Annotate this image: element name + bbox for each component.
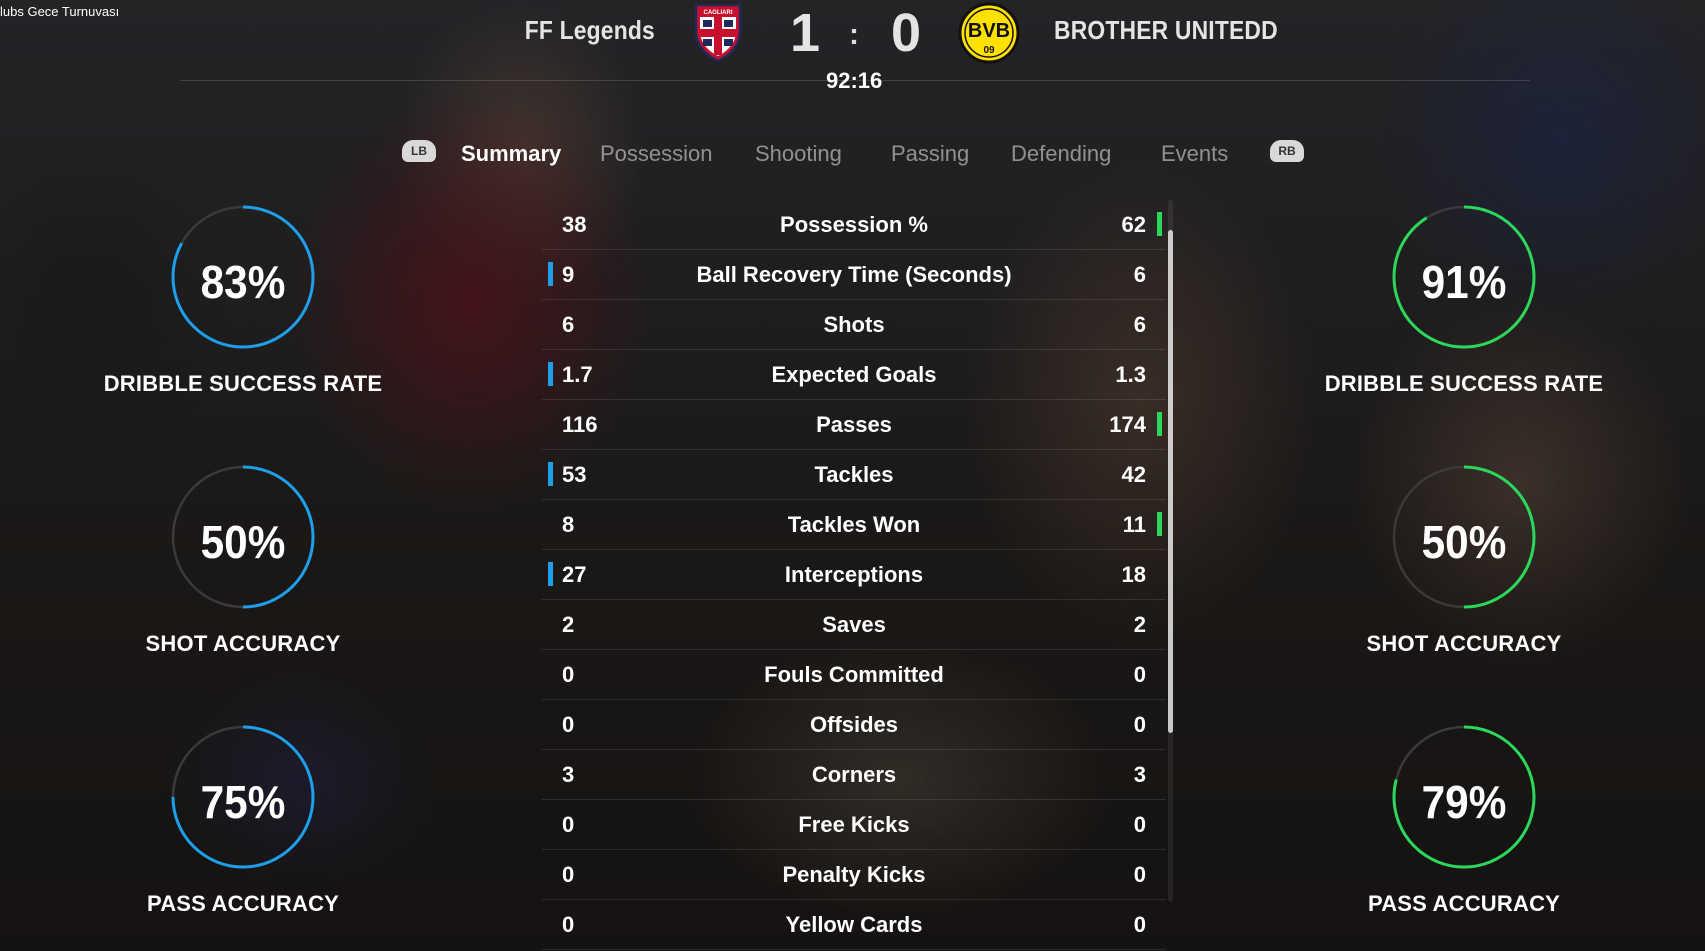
stats-tab-bar: LB Summary Possession Shooting Passing D…	[0, 138, 1705, 172]
gauge-label: PASS ACCURACY	[146, 891, 340, 916]
tab-summary[interactable]: Summary	[461, 141, 561, 167]
lb-button-icon[interactable]: LB	[402, 140, 436, 162]
away-score: 0	[891, 3, 922, 63]
stat-name: Penalty Kicks	[782, 862, 926, 887]
away-stat-value: 1.3	[1115, 362, 1146, 387]
away-stat-value: 0	[1133, 812, 1146, 837]
away-stat-value: 6	[1133, 312, 1146, 337]
tab-passing[interactable]: Passing	[891, 141, 969, 167]
stat-row: 0 Penalty Kicks 0	[542, 850, 1166, 900]
rb-button-icon[interactable]: RB	[1270, 140, 1304, 162]
gauge-percent: 75%	[200, 776, 286, 828]
stat-row: 8 Tackles Won 11	[542, 500, 1166, 550]
away-stat-value: 18	[1121, 562, 1146, 587]
stat-name: Tackles	[814, 462, 894, 487]
gauge-label: SHOT ACCURACY	[145, 631, 341, 656]
stat-name: Possession %	[780, 212, 928, 237]
score-separator: :	[849, 18, 859, 51]
gauge-label: SHOT ACCURACY	[1366, 631, 1562, 656]
away-gauge: 50% SHOT ACCURACY	[1314, 465, 1614, 665]
away-crest-sub: 09	[983, 45, 995, 56]
gauge-percent: 91%	[1421, 256, 1507, 308]
home-gauge: 75% PASS ACCURACY	[93, 725, 393, 925]
away-crest-icon: BVB 09	[958, 2, 1020, 64]
away-stat-value: 6	[1133, 262, 1146, 287]
stat-row: 0 Fouls Committed 0	[542, 650, 1166, 700]
away-stat-value: 3	[1133, 762, 1146, 787]
stat-name: Ball Recovery Time (Seconds)	[696, 262, 1012, 287]
stat-name: Offsides	[809, 712, 899, 737]
gauge-percent: 50%	[200, 516, 286, 568]
away-stat-value: 174	[1109, 412, 1146, 437]
away-team-name: BROTHER UNITEDD	[1054, 15, 1278, 45]
stat-row: 0 Offsides 0	[542, 700, 1166, 750]
stat-row: 0 Free Kicks 0	[542, 800, 1166, 850]
gauge-label: PASS ACCURACY	[1367, 891, 1561, 916]
home-gauge: 50% SHOT ACCURACY	[93, 465, 393, 665]
stat-name: Yellow Cards	[785, 912, 923, 937]
away-stat-value: 0	[1133, 912, 1146, 937]
away-gauge: 79% PASS ACCURACY	[1314, 725, 1614, 925]
away-stat-value: 2	[1133, 612, 1146, 637]
away-stat-value: 0	[1133, 862, 1146, 887]
away-stat-value: 0	[1133, 712, 1146, 737]
stat-row: 3 Corners 3	[542, 750, 1166, 800]
stat-name: Passes	[816, 412, 892, 437]
stat-row: 6 Shots 6	[542, 300, 1166, 350]
stat-name: Saves	[822, 612, 886, 637]
gauge-percent: 50%	[1421, 516, 1507, 568]
home-crest-icon: CAGLIARI	[694, 3, 742, 63]
home-gauge: 83% DRIBBLE SUCCESS RATE	[93, 205, 393, 405]
tab-defending[interactable]: Defending	[1011, 141, 1111, 167]
away-gauge: 91% DRIBBLE SUCCESS RATE	[1314, 205, 1614, 405]
stat-row: 27 Interceptions 18	[542, 550, 1166, 600]
stat-name: Expected Goals	[771, 362, 937, 387]
home-team-name: FF Legends	[524, 15, 655, 45]
gauge-percent: 79%	[1421, 776, 1507, 828]
away-stat-value: 0	[1133, 662, 1146, 687]
stat-row: 38 Possession % 62	[542, 200, 1166, 250]
gauge-label: DRIBBLE SUCCESS RATE	[103, 371, 383, 396]
stat-name: Interceptions	[784, 562, 924, 587]
away-stat-value: 11	[1122, 512, 1146, 537]
header-divider	[180, 80, 1530, 81]
gauge-label: DRIBBLE SUCCESS RATE	[1324, 371, 1604, 396]
stat-name: Corners	[811, 762, 897, 787]
stat-row: 9 Ball Recovery Time (Seconds) 6	[542, 250, 1166, 300]
stat-row: 2 Saves 2	[542, 600, 1166, 650]
stat-row: 53 Tackles 42	[542, 450, 1166, 500]
tab-shooting[interactable]: Shooting	[755, 141, 842, 167]
home-score: 1	[790, 3, 821, 63]
stat-row: 0 Yellow Cards 0	[542, 900, 1166, 950]
stat-name: Shots	[823, 312, 885, 337]
stat-name: Tackles Won	[787, 512, 921, 537]
stats-table[interactable]: 38 Possession % 62 9 Ball Recovery Time (Sec…	[542, 200, 1166, 950]
tab-events[interactable]: Events	[1161, 141, 1228, 167]
stat-row: 116 Passes 174	[542, 400, 1166, 450]
stats-scrollbar-thumb[interactable]	[1168, 230, 1173, 733]
tab-possession[interactable]: Possession	[600, 141, 713, 167]
stat-name: Fouls Committed	[764, 662, 944, 687]
stat-name: Free Kicks	[798, 812, 910, 837]
match-clock: 92:16	[826, 68, 883, 93]
stat-row: 1.7 Expected Goals 1.3	[542, 350, 1166, 400]
home-crest-text: CAGLIARI	[704, 10, 733, 16]
gauge-percent: 83%	[200, 256, 286, 308]
away-crest-text: BVB	[968, 20, 1010, 42]
away-stat-value: 42	[1121, 462, 1146, 487]
away-stat-value: 62	[1121, 212, 1146, 237]
scoreboard: FF Legends CAGLIARI 1 : 0 BVB 09 BROTHER…	[0, 0, 1705, 93]
